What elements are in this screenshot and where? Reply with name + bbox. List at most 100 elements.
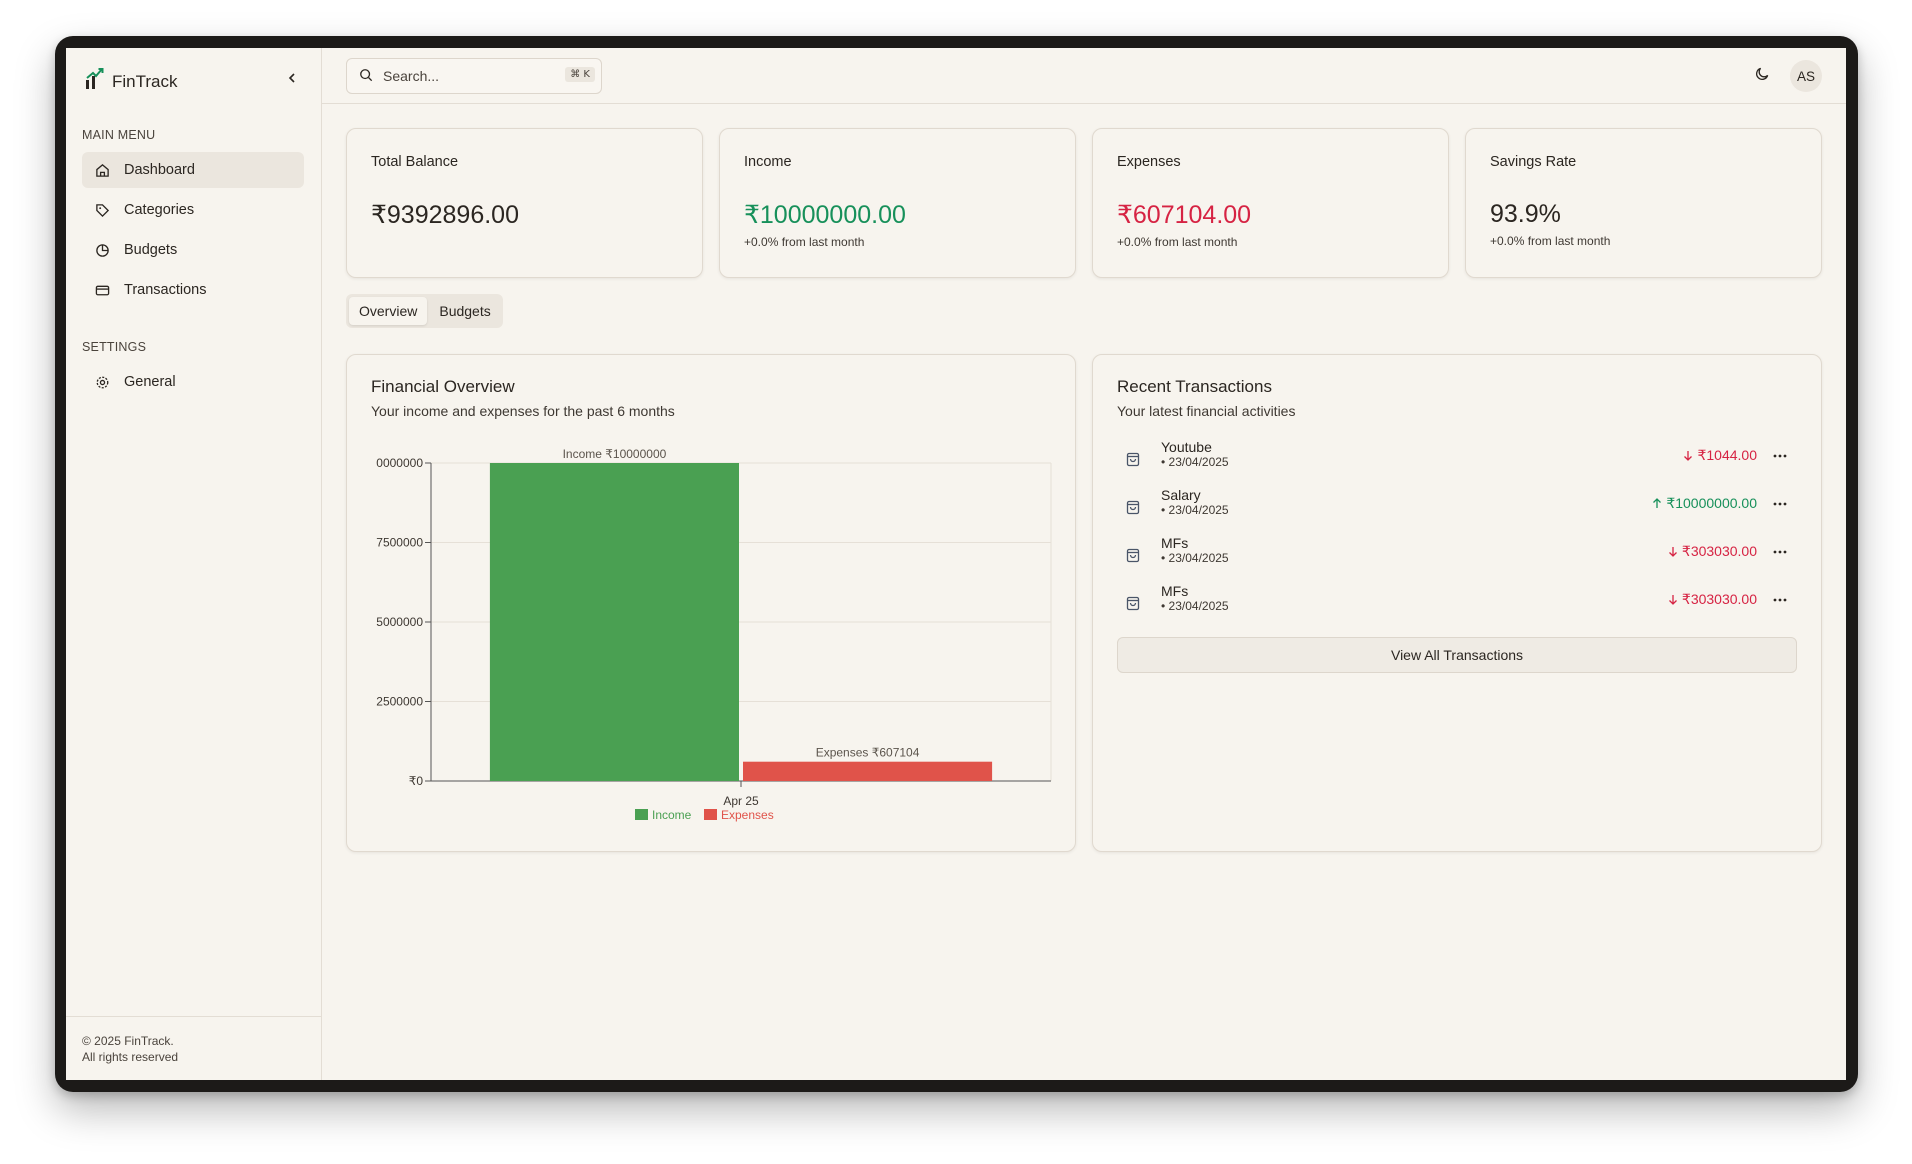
financial-overview-chart: ₹0 2500000 5000000 7500000 0000000 Income ₹10… <box>376 447 1052 822</box>
sidebar-item-dashboard[interactable]: Dashboard <box>82 152 304 188</box>
stat-value: ₹9392896.00 <box>371 201 519 229</box>
tag-icon <box>94 202 110 218</box>
legend-label: Income <box>652 808 692 822</box>
more-options-icon[interactable] <box>1769 589 1791 611</box>
sidebar-item-label: Dashboard <box>124 162 195 178</box>
sidebar-item-label: Categories <box>124 202 195 218</box>
stat-card-total-balance: Total Balance ₹9392896.00 <box>346 128 703 278</box>
main-menu-label: MAIN MENU <box>82 128 156 142</box>
transaction-amount: ₹10000000.00 <box>1652 495 1757 512</box>
y-tick-label: 5000000 <box>376 615 423 629</box>
stat-card-savings-rate: Savings Rate 93.9% +0.0% from last month <box>1465 128 1822 278</box>
shopping-bag-icon <box>1121 543 1145 567</box>
avatar[interactable]: AS <box>1790 60 1822 92</box>
more-options-icon[interactable] <box>1769 445 1791 467</box>
home-icon <box>94 162 110 178</box>
y-tick-label: ₹0 <box>409 774 424 788</box>
shortcut-hint: ⌘ K <box>565 67 595 82</box>
chevron-left-icon <box>287 71 297 89</box>
view-tabs: Overview Budgets <box>346 294 503 328</box>
financial-overview-panel: Financial Overview Your income and expen… <box>346 354 1076 852</box>
sidebar-item-transactions[interactable]: Transactions <box>82 272 304 308</box>
stat-card-income: Income ₹10000000.00 +0.0% from last mont… <box>719 128 1076 278</box>
settings-label: SETTINGS <box>82 340 147 354</box>
transaction-name: Salary <box>1161 487 1201 503</box>
tab-overview[interactable]: Overview <box>349 297 428 325</box>
stat-card-expenses: Expenses ₹607104.00 +0.0% from last mont… <box>1092 128 1449 278</box>
sidebar: FinTrack MAIN MENU Dashboard Categories … <box>66 48 322 1080</box>
transaction-row[interactable]: Youtube • 23/04/2025 ₹1044.00 <box>1117 439 1797 479</box>
x-tick-label: Apr 25 <box>723 794 759 808</box>
pie-chart-icon <box>94 242 110 258</box>
rights-text: All rights reserved <box>82 1050 179 1064</box>
transaction-date: • 23/04/2025 <box>1161 503 1229 517</box>
shopping-bag-icon <box>1121 495 1145 519</box>
shopping-bag-icon <box>1121 591 1145 615</box>
arrow-down-icon <box>1683 448 1693 464</box>
sidebar-item-label: General <box>124 374 176 390</box>
bar-income <box>489 463 739 781</box>
transaction-amount: ₹1044.00 <box>1683 447 1757 464</box>
legend-label: Expenses <box>721 808 774 822</box>
logo-icon <box>84 68 104 95</box>
transaction-date: • 23/04/2025 <box>1161 599 1229 613</box>
search-placeholder: Search... <box>383 68 440 84</box>
top-bar: Search... ⌘ K AS <box>322 48 1846 104</box>
transaction-amount: ₹303030.00 <box>1668 591 1757 608</box>
search-icon <box>359 68 373 85</box>
transaction-name: MFs <box>1161 583 1189 599</box>
sidebar-item-general[interactable]: General <box>82 364 304 400</box>
gear-icon <box>94 374 110 390</box>
stat-change: +0.0% from last month <box>744 235 865 249</box>
copyright-text: © 2025 FinTrack. <box>82 1034 174 1048</box>
app-name: FinTrack <box>112 71 178 91</box>
bar-label: Income ₹10000000 <box>563 447 667 461</box>
stat-title: Total Balance <box>371 154 459 170</box>
moon-icon <box>1755 66 1770 86</box>
arrow-up-icon <box>1652 496 1662 512</box>
more-options-icon[interactable] <box>1769 541 1791 563</box>
sidebar-item-budgets[interactable]: Budgets <box>82 232 304 268</box>
app-window: FinTrack MAIN MENU Dashboard Categories … <box>66 48 1846 1080</box>
arrow-down-icon <box>1668 592 1678 608</box>
stat-change: +0.0% from last month <box>1490 234 1611 248</box>
legend-swatch-expenses <box>704 809 717 820</box>
legend-swatch-income <box>635 809 648 820</box>
transaction-row[interactable]: Salary • 23/04/2025 ₹10000000.00 <box>1117 487 1797 527</box>
sidebar-item-categories[interactable]: Categories <box>82 192 304 228</box>
panel-title: Recent Transactions <box>1117 377 1272 396</box>
stat-value: 93.9% <box>1490 200 1561 228</box>
transaction-date: • 23/04/2025 <box>1161 455 1229 469</box>
transaction-amount-value: ₹1044.00 <box>1697 447 1757 463</box>
collapse-sidebar-button[interactable] <box>282 70 302 90</box>
stat-value: ₹10000000.00 <box>744 201 906 229</box>
stat-title: Expenses <box>1117 154 1181 170</box>
stat-change: +0.0% from last month <box>1117 235 1238 249</box>
brand[interactable]: FinTrack <box>84 68 178 95</box>
more-options-icon[interactable] <box>1769 493 1791 515</box>
search-input[interactable]: Search... ⌘ K <box>346 58 602 94</box>
bar-expenses <box>743 761 993 781</box>
stat-title: Income <box>744 154 792 170</box>
sidebar-item-label: Transactions <box>124 282 207 298</box>
theme-toggle-button[interactable] <box>1748 62 1776 90</box>
transaction-name: MFs <box>1161 535 1189 551</box>
transaction-row[interactable]: MFs • 23/04/2025 ₹303030.00 <box>1117 583 1797 623</box>
credit-card-icon <box>94 282 110 298</box>
y-tick-label: 2500000 <box>376 695 423 709</box>
tab-budgets[interactable]: Budgets <box>429 297 500 325</box>
recent-transactions-panel: Recent Transactions Your latest financia… <box>1092 354 1822 852</box>
shopping-bag-icon <box>1121 447 1145 471</box>
stat-title: Savings Rate <box>1490 154 1577 170</box>
view-all-transactions-button[interactable]: View All Transactions <box>1117 637 1797 673</box>
stat-value: ₹607104.00 <box>1117 201 1252 229</box>
y-tick-label: 7500000 <box>376 536 423 550</box>
arrow-down-icon <box>1668 544 1678 560</box>
sidebar-footer: © 2025 FinTrack. All rights reserved <box>66 1016 321 1080</box>
panel-description: Your latest financial activities <box>1117 403 1296 419</box>
transaction-row[interactable]: MFs • 23/04/2025 ₹303030.00 <box>1117 535 1797 575</box>
transaction-date: • 23/04/2025 <box>1161 551 1229 565</box>
transaction-name: Youtube <box>1161 439 1212 455</box>
y-tick-label: 0000000 <box>376 456 423 470</box>
transaction-amount-value: ₹10000000.00 <box>1666 495 1757 511</box>
